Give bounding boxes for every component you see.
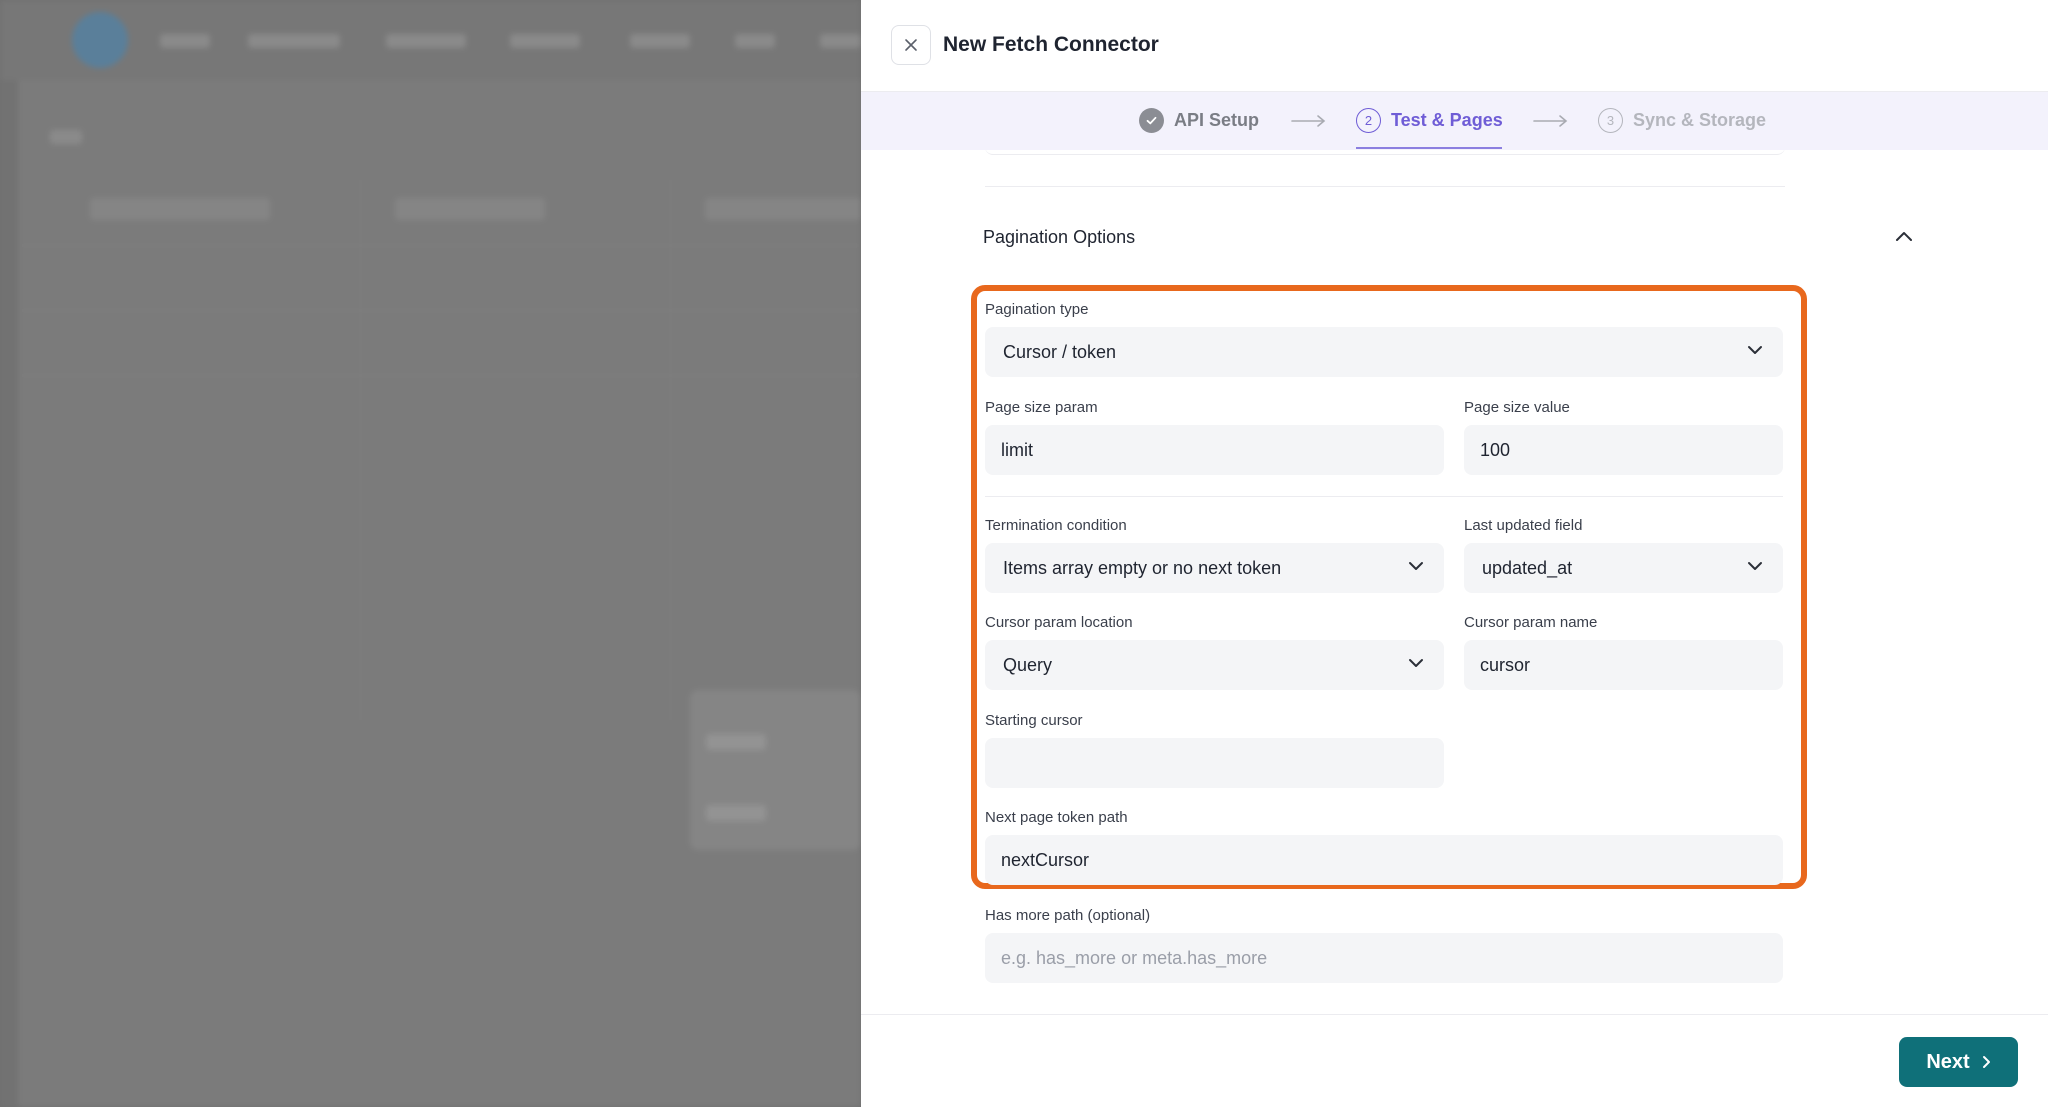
background-column-header [395,198,545,220]
arrow-right-icon [1533,115,1568,127]
chevron-down-icon [1409,659,1423,667]
page-size-value-input[interactable]: 100 [1464,425,1783,475]
background-nav-item [248,34,340,48]
chevron-right-icon [1982,1056,1990,1068]
next-page-token-path-input[interactable]: nextCursor [985,835,1783,885]
arrow-right-icon [1291,115,1326,127]
has-more-path-input[interactable]: e.g. has_more or meta.has_more [985,933,1783,983]
termination-condition-select[interactable]: Items array empty or no next token [985,543,1444,593]
select-value: Query [1003,654,1053,675]
background-chip [706,805,766,821]
step-label: API Setup [1174,110,1260,130]
pagination-type-label: Pagination type [985,301,1089,318]
background-logo [72,12,128,68]
page-size-value-label: Page size value [1464,399,1570,416]
cursor-param-name-label: Cursor param name [1464,614,1598,631]
chevron-down-icon [1748,346,1762,354]
last-updated-field-label: Last updated field [1464,517,1583,534]
next-page-token-path-label: Next page token path [985,809,1128,826]
next-button[interactable]: Next [1899,1037,2018,1087]
wizard-stepper: API Setup 2 Test & Pages 3 Sync & Storag… [861,92,2048,150]
section-title: Pagination Options [983,227,1136,247]
last-updated-field-select[interactable]: updated_at [1464,543,1783,593]
cursor-param-location-label: Cursor param location [985,614,1133,631]
background-chip [706,734,766,750]
cursor-param-name-input[interactable]: cursor [1464,640,1783,690]
section-divider [985,186,1785,187]
step-sync-storage[interactable]: 3 Sync & Storage [1598,108,1766,133]
active-step-underline [1356,147,1502,149]
connector-drawer: New Fetch Connector API Setup 2 Test & P… [861,0,2048,1107]
starting-cursor-input[interactable] [985,738,1444,788]
drawer-footer: Next [861,1014,2048,1107]
termination-condition-label: Termination condition [985,517,1127,534]
drawer-content[interactable]: Pagination Options Pagination type Curso… [861,150,2048,1014]
background-col-line [360,180,361,720]
step-number: 3 [1598,108,1623,133]
check-icon [1139,108,1164,133]
background-row-line [20,245,861,246]
select-value: Cursor / token [1003,341,1117,362]
background-back-link [50,130,82,144]
select-value: Items array empty or no next token [1003,557,1282,578]
select-value: updated_at [1482,557,1573,578]
background-column-header [705,198,861,220]
drawer-header: New Fetch Connector [861,0,2048,92]
background-col-line [670,180,671,720]
background-card [690,690,861,850]
step-label: Sync & Storage [1633,110,1767,130]
field-divider [985,496,1783,497]
background-sidebar [0,80,18,1107]
close-button[interactable] [891,25,931,65]
background-nav-item [386,34,466,48]
page-size-param-input[interactable]: limit [985,425,1444,475]
drawer-title: New Fetch Connector [943,33,1159,56]
has-more-path-label: Has more path (optional) [985,907,1151,924]
background-nav-item [820,34,861,48]
input-value: limit [1001,439,1033,460]
background-nav-item [735,34,775,48]
background-topbar [0,0,861,80]
step-test-pages[interactable]: 2 Test & Pages [1356,108,1503,133]
chevron-up-icon[interactable] [1895,230,1913,242]
background-nav-item [510,34,580,48]
chevron-down-icon [1409,562,1423,570]
next-button-label: Next [1926,1050,1970,1073]
background-app [0,0,861,1107]
input-value: cursor [1480,654,1531,675]
chevron-down-icon [1748,562,1762,570]
input-value: nextCursor [1001,849,1090,870]
cursor-param-location-select[interactable]: Query [985,640,1444,690]
background-nav-item [630,34,690,48]
input-value: 100 [1480,439,1511,460]
background-row-line [20,310,861,311]
starting-cursor-label: Starting cursor [985,712,1083,729]
pagination-type-select[interactable]: Cursor / token [985,327,1783,377]
step-label: Test & Pages [1391,110,1503,130]
background-nav-item [160,34,210,48]
background-row-line [20,375,861,376]
step-api-setup[interactable]: API Setup [1139,108,1259,133]
input-placeholder: e.g. has_more or meta.has_more [1001,947,1268,968]
page-size-param-label: Page size param [985,399,1098,416]
close-icon [905,39,917,51]
step-number: 2 [1356,108,1381,133]
background-column-header [90,198,270,220]
previous-field-edge [985,150,1785,155]
